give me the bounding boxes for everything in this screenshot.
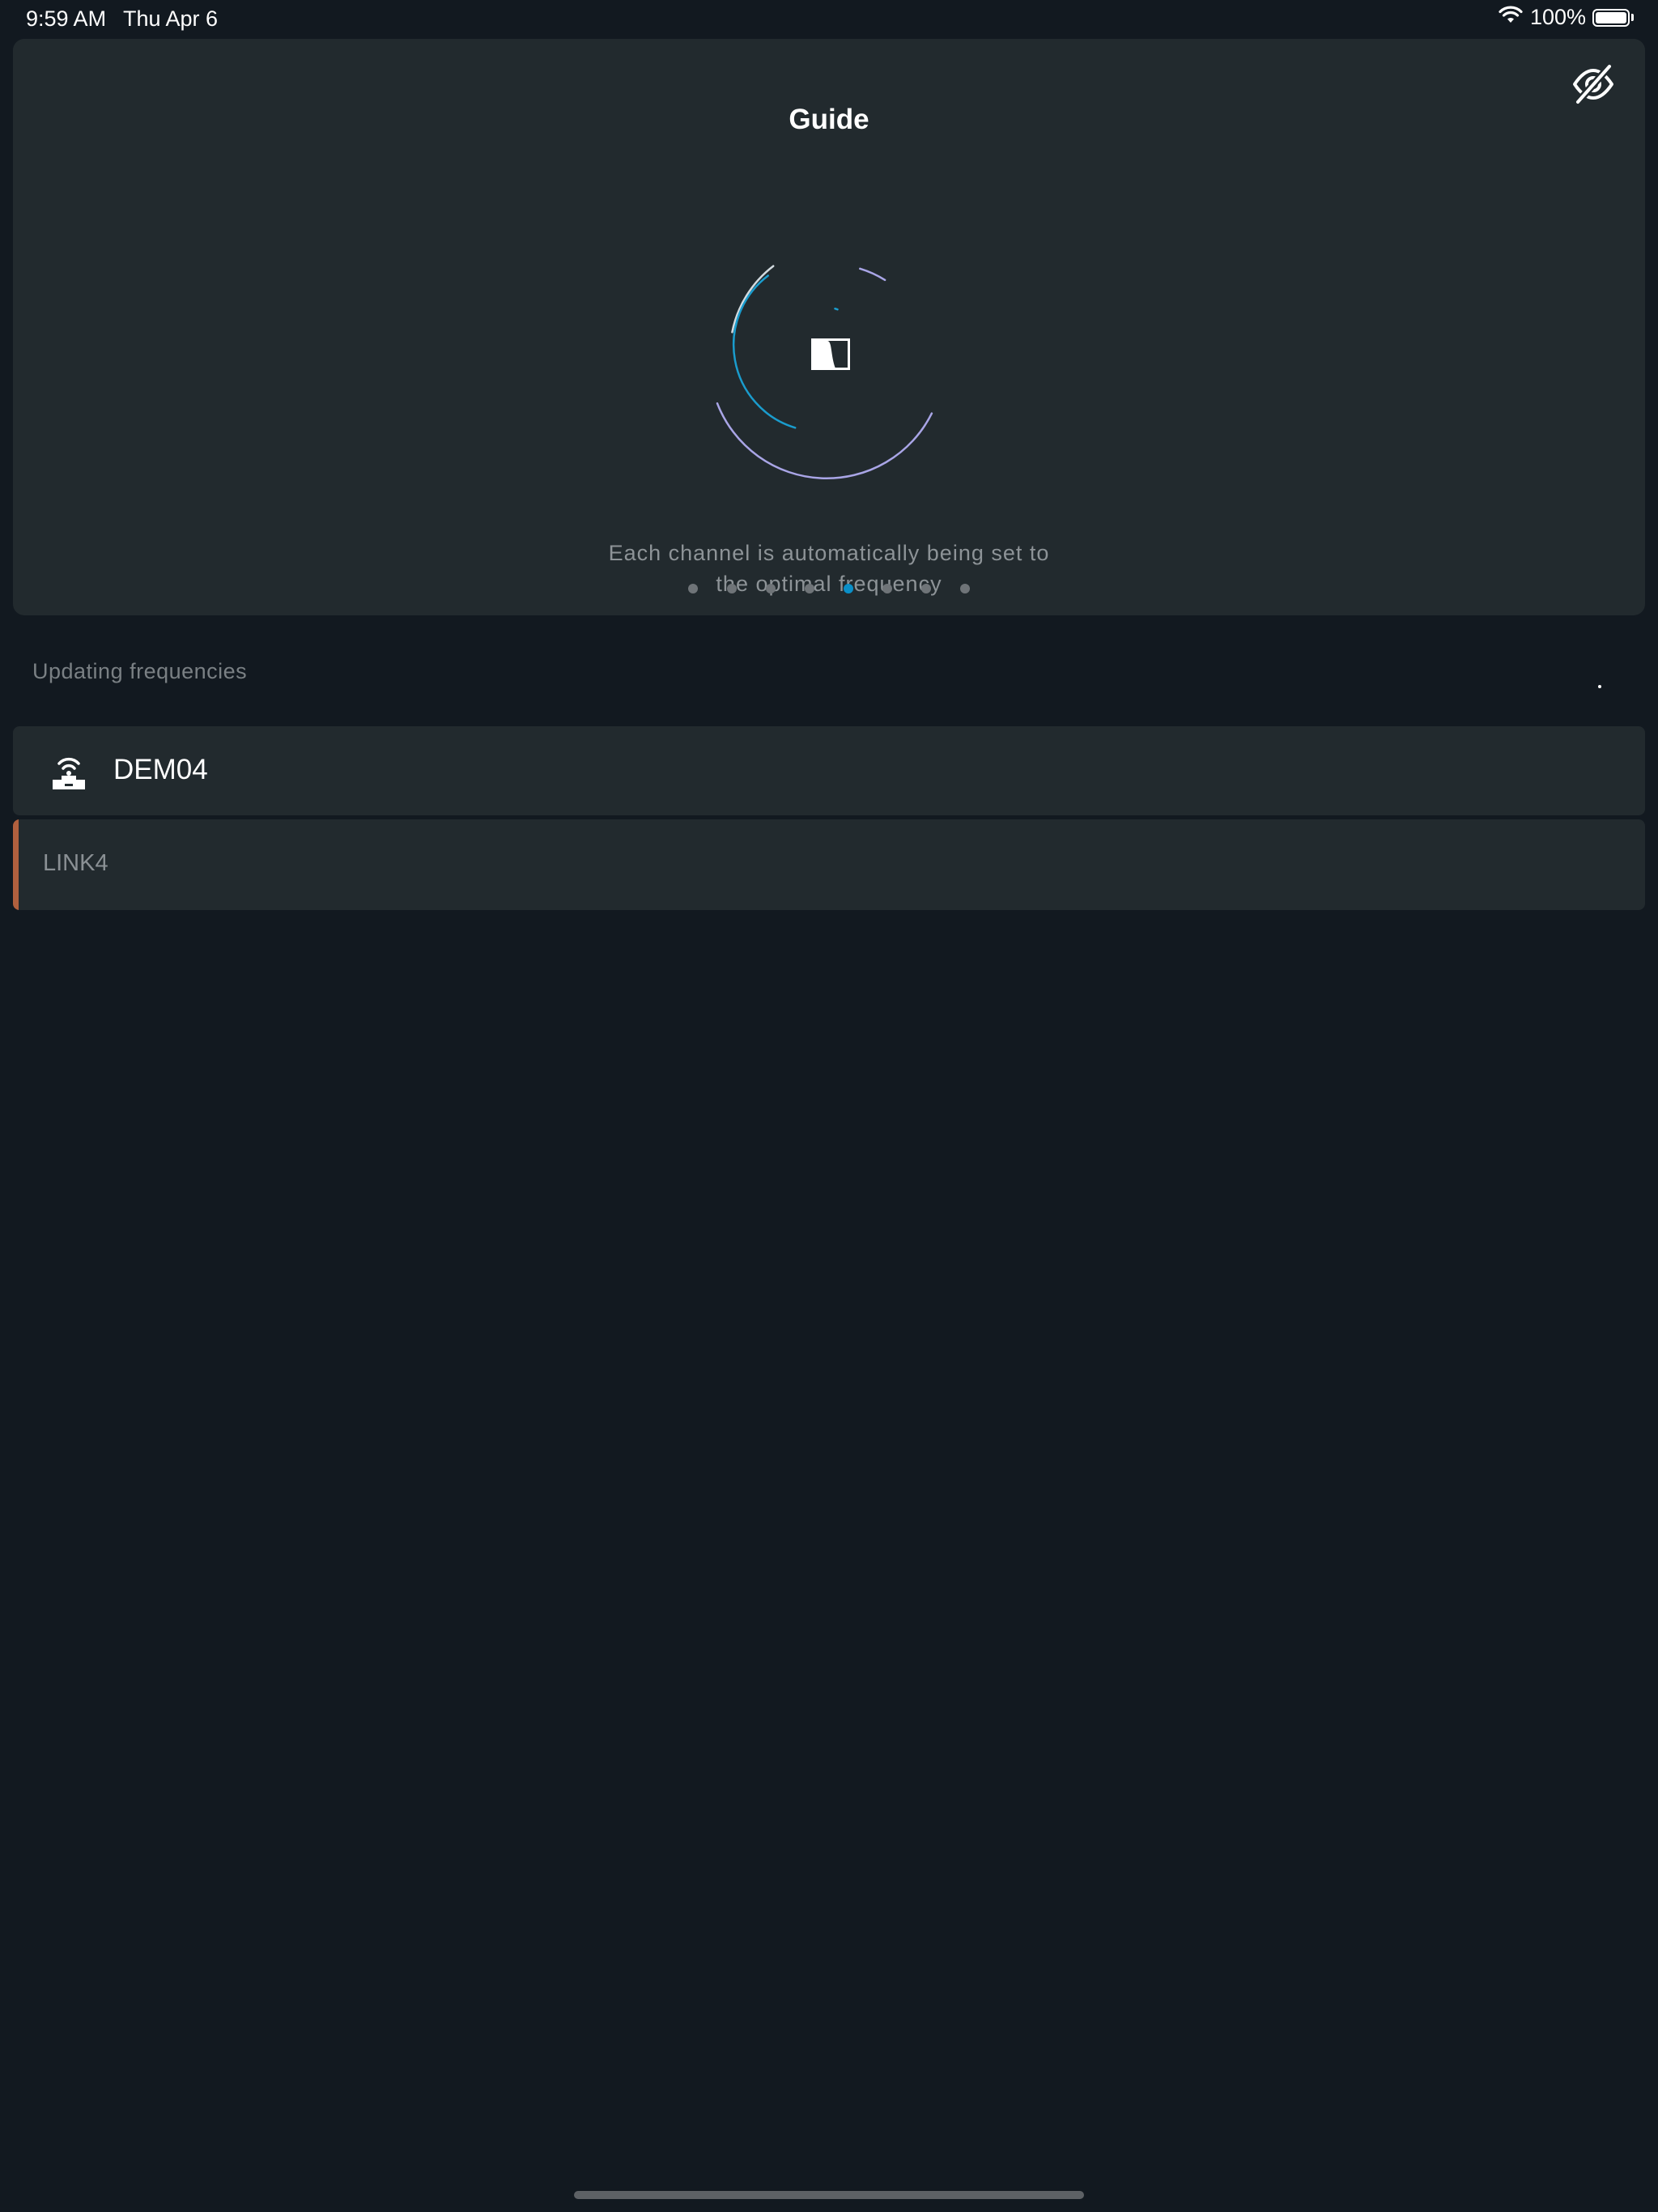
status-date: Thu Apr 6 bbox=[123, 6, 219, 31]
page-dot[interactable] bbox=[727, 584, 737, 593]
page-dot[interactable] bbox=[805, 584, 814, 593]
battery-full-icon bbox=[1592, 8, 1630, 27]
device-row[interactable]: DEM04 bbox=[13, 726, 1645, 815]
home-indicator[interactable] bbox=[574, 2191, 1084, 2199]
page-dot[interactable] bbox=[921, 584, 931, 593]
status-time: 9:59 AM bbox=[26, 6, 107, 31]
guide-description-line-1: Each channel is automatically being set … bbox=[608, 541, 1050, 565]
eye-slash-icon bbox=[1571, 62, 1616, 111]
outer-arc-bottom bbox=[716, 402, 933, 479]
page-indicator[interactable] bbox=[13, 584, 1645, 593]
status-bar: 9:59 AM Thu Apr 6 100% bbox=[0, 0, 1658, 37]
guide-card: Guide Each channel is automatically bein… bbox=[13, 39, 1645, 615]
frequency-scan-animation bbox=[701, 241, 957, 497]
channel-row[interactable]: LINK4 bbox=[13, 819, 1645, 910]
channel-status-indicator bbox=[13, 819, 19, 910]
device-name: DEM04 bbox=[113, 754, 208, 785]
sennheiser-logo-icon bbox=[811, 338, 850, 370]
outer-arc-top-right bbox=[859, 267, 886, 282]
wireless-receiver-icon bbox=[49, 751, 89, 791]
page-dot[interactable] bbox=[688, 584, 698, 593]
guide-title: Guide bbox=[789, 104, 869, 135]
activity-indicator bbox=[1598, 685, 1601, 688]
page-dot[interactable] bbox=[844, 584, 853, 593]
battery-tip bbox=[1631, 14, 1634, 21]
wifi-icon bbox=[1498, 5, 1524, 30]
inner-arc bbox=[732, 274, 797, 429]
page-dot[interactable] bbox=[882, 584, 892, 593]
status-right: 100% bbox=[1498, 5, 1634, 30]
battery-percentage: 100% bbox=[1529, 5, 1586, 29]
inner-arc-tick bbox=[834, 307, 839, 311]
hide-guide-button[interactable] bbox=[1569, 62, 1618, 110]
channel-name: LINK4 bbox=[43, 850, 108, 876]
page-dot[interactable] bbox=[766, 584, 776, 593]
section-label: Updating frequencies bbox=[32, 659, 248, 683]
page-dot[interactable] bbox=[960, 584, 970, 593]
